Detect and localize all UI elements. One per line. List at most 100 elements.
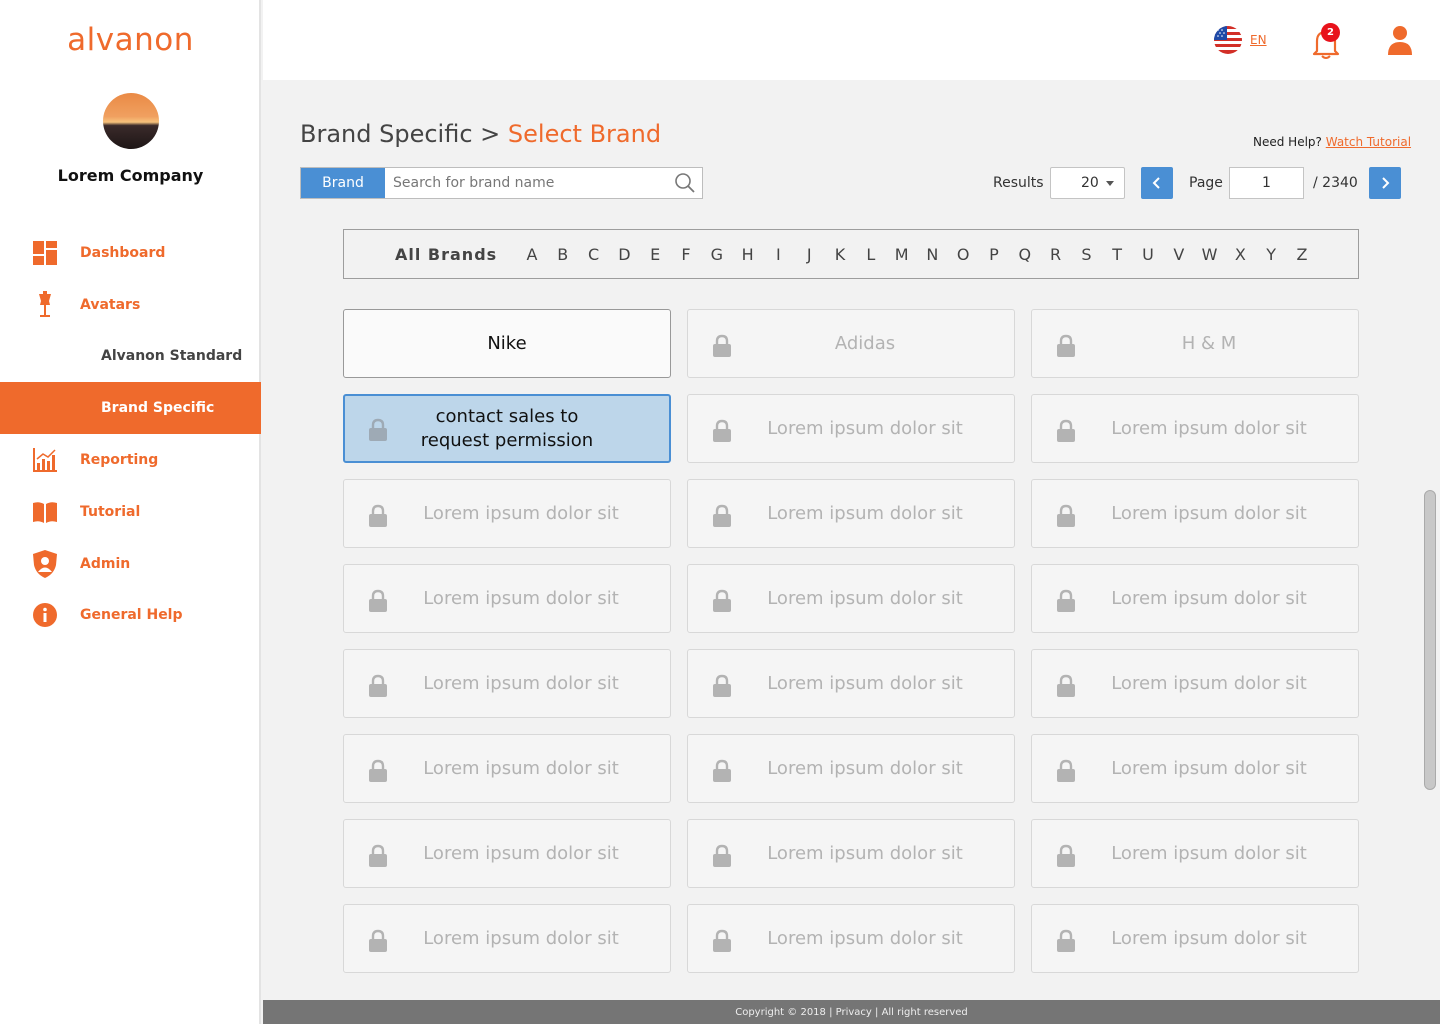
us-flag-icon[interactable]: [1214, 26, 1242, 54]
breadcrumb-parent[interactable]: Brand Specific: [300, 120, 473, 148]
sidebar-item-label: Alvanon Standard: [101, 348, 243, 364]
brand-card-label: Nike: [487, 332, 527, 354]
letter-filter-u[interactable]: U: [1138, 245, 1158, 264]
brand-card[interactable]: Lorem ipsum dolor sit: [343, 564, 671, 633]
brand-card[interactable]: Lorem ipsum dolor sit: [1031, 564, 1359, 633]
brand-filter-tab[interactable]: Brand: [301, 168, 385, 198]
page-total: / 2340: [1313, 175, 1358, 191]
letter-filter-t[interactable]: T: [1107, 245, 1127, 264]
chevron-right-icon: [1382, 177, 1390, 189]
letter-filter-r[interactable]: R: [1046, 245, 1066, 264]
watch-tutorial-link[interactable]: Watch Tutorial: [1326, 135, 1411, 149]
brand-card-label: Lorem ipsum dolor sit: [423, 502, 619, 524]
alphabet-filter: All Brands ABCDEFGHIJKLMNOPQRSTUVWXYZ: [343, 229, 1359, 279]
results-per-page-select[interactable]: 20: [1050, 167, 1125, 199]
brand-card[interactable]: Lorem ipsum dolor sit: [687, 904, 1015, 973]
alvanon-logo[interactable]: alvanon: [0, 22, 261, 58]
help-text: Need Help? Watch Tutorial: [1253, 135, 1411, 149]
brand-card[interactable]: Lorem ipsum dolor sit: [1031, 819, 1359, 888]
sidebar-item-brand-specific[interactable]: Brand Specific: [0, 382, 261, 434]
brand-card[interactable]: Lorem ipsum dolor sit: [1031, 904, 1359, 973]
letter-filter-f[interactable]: F: [676, 245, 696, 264]
search-input[interactable]: [385, 168, 668, 198]
sidebar-item-reporting[interactable]: Reporting: [0, 434, 261, 486]
letter-filter-d[interactable]: D: [614, 245, 634, 264]
page-number-input[interactable]: [1229, 167, 1304, 199]
brand-card[interactable]: Lorem ipsum dolor sit: [687, 819, 1015, 888]
all-brands-filter[interactable]: All Brands: [395, 245, 497, 264]
letter-filter-j[interactable]: J: [799, 245, 819, 264]
next-page-button[interactable]: [1369, 167, 1401, 199]
brand-card-label: Lorem ipsum dolor sit: [1111, 927, 1307, 949]
brand-card[interactable]: Lorem ipsum dolor sit: [343, 819, 671, 888]
brand-card-label: Lorem ipsum dolor sit: [767, 587, 963, 609]
brand-card[interactable]: Lorem ipsum dolor sit: [687, 394, 1015, 463]
results-label: Results: [993, 175, 1044, 191]
letter-filter-o[interactable]: O: [953, 245, 973, 264]
letter-filter-h[interactable]: H: [738, 245, 758, 264]
brand-card-label: Adidas: [834, 332, 896, 354]
brand-card[interactable]: Lorem ipsum dolor sit: [1031, 479, 1359, 548]
letter-filter-p[interactable]: P: [984, 245, 1004, 264]
sidebar-item-tutorial[interactable]: Tutorial: [0, 486, 261, 538]
letter-filter-n[interactable]: N: [922, 245, 942, 264]
brand-card-label: H & M: [1181, 332, 1237, 354]
user-icon[interactable]: [1386, 25, 1414, 57]
notification-badge: 2: [1321, 23, 1340, 42]
letter-filter-i[interactable]: I: [768, 245, 788, 264]
sidebar-item-general-help[interactable]: General Help: [0, 589, 261, 641]
brand-card-label: Lorem ipsum dolor sit: [423, 587, 619, 609]
letter-filter-c[interactable]: C: [584, 245, 604, 264]
sidebar-item-label: Tutorial: [80, 504, 141, 520]
letter-filter-m[interactable]: M: [892, 245, 912, 264]
letter-filter-a[interactable]: A: [522, 245, 542, 264]
brand-card-label: Lorem ipsum dolor sit: [767, 757, 963, 779]
brand-card[interactable]: Lorem ipsum dolor sit: [687, 734, 1015, 803]
brand-card[interactable]: Lorem ipsum dolor sit: [1031, 734, 1359, 803]
brand-card[interactable]: Lorem ipsum dolor sit: [343, 649, 671, 718]
letter-filter-z[interactable]: Z: [1292, 245, 1312, 264]
sidebar-item-dashboard[interactable]: Dashboard: [0, 227, 261, 279]
sidebar-item-label: Brand Specific: [101, 400, 215, 416]
brand-card[interactable]: Lorem ipsum dolor sit: [1031, 394, 1359, 463]
brand-card[interactable]: Lorem ipsum dolor sit: [1031, 649, 1359, 718]
letter-filter-y[interactable]: Y: [1261, 245, 1281, 264]
letter-filter-g[interactable]: G: [707, 245, 727, 264]
letter-filter-b[interactable]: B: [553, 245, 573, 264]
brand-card-label: Lorem ipsum dolor sit: [423, 842, 619, 864]
breadcrumb-current: Select Brand: [507, 120, 662, 148]
brand-card[interactable]: Lorem ipsum dolor sit: [343, 734, 671, 803]
sidebar-item-avatars[interactable]: Avatars: [0, 279, 261, 331]
letter-filter-v[interactable]: V: [1169, 245, 1189, 264]
brand-card[interactable]: Lorem ipsum dolor sit: [343, 479, 671, 548]
sidebar-item-label: Admin: [80, 556, 131, 572]
brand-card[interactable]: Lorem ipsum dolor sit: [687, 564, 1015, 633]
company-name: Lorem Company: [57, 166, 204, 185]
sidebar-item-admin[interactable]: Admin: [0, 538, 261, 590]
language-link[interactable]: EN: [1250, 33, 1267, 47]
brand-card[interactable]: Lorem ipsum dolor sit: [687, 479, 1015, 548]
letter-filter-l[interactable]: L: [861, 245, 881, 264]
chevron-down-icon: [1106, 181, 1114, 186]
brand-card[interactable]: contact sales to request permission: [343, 394, 671, 463]
scrollbar[interactable]: [1424, 490, 1436, 790]
brand-card[interactable]: H & M: [1031, 309, 1359, 378]
search-icon[interactable]: [668, 168, 702, 198]
prev-page-button[interactable]: [1141, 167, 1173, 199]
page-title: Brand Specific > Select Brand: [300, 120, 661, 148]
footer: Copyright © 2018 | Privacy | All right r…: [263, 1000, 1440, 1024]
brand-card-label: Lorem ipsum dolor sit: [423, 757, 619, 779]
brand-search: Brand: [300, 167, 703, 199]
sidebar-item-alvanon-standard[interactable]: Alvanon Standard: [0, 330, 261, 382]
brand-card[interactable]: Lorem ipsum dolor sit: [343, 904, 671, 973]
letter-filter-k[interactable]: K: [830, 245, 850, 264]
brand-card[interactable]: Nike: [343, 309, 671, 378]
sidebar-item-label: Reporting: [80, 452, 159, 468]
letter-filter-w[interactable]: W: [1200, 245, 1220, 264]
letter-filter-x[interactable]: X: [1230, 245, 1250, 264]
brand-card[interactable]: Lorem ipsum dolor sit: [687, 649, 1015, 718]
letter-filter-q[interactable]: Q: [1015, 245, 1035, 264]
brand-card[interactable]: Adidas: [687, 309, 1015, 378]
letter-filter-e[interactable]: E: [645, 245, 665, 264]
letter-filter-s[interactable]: S: [1076, 245, 1096, 264]
